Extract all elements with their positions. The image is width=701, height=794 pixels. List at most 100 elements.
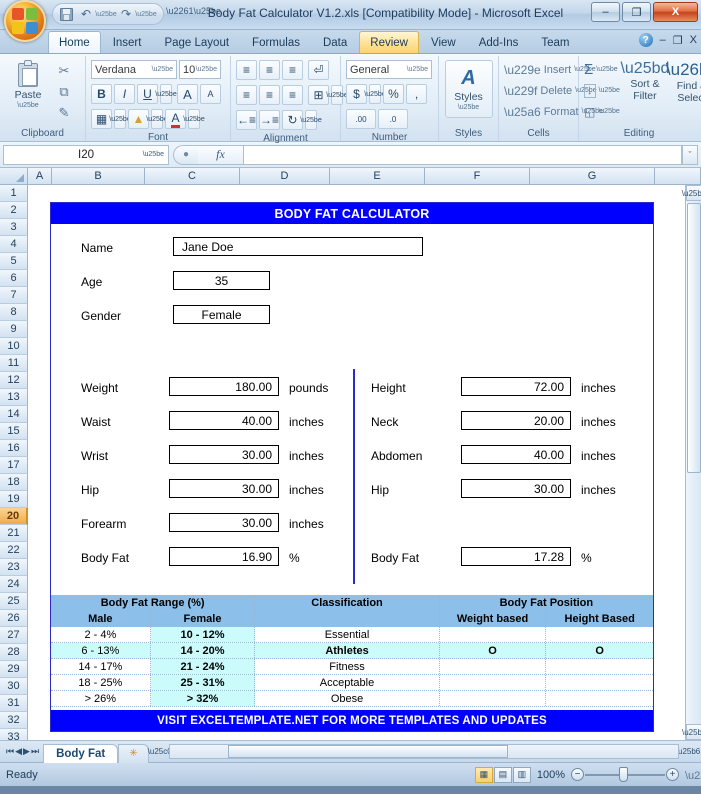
height-input[interactable]: 72.00 (461, 377, 571, 396)
abdomen-input[interactable]: 40.00 (461, 445, 571, 464)
tab-page-layout[interactable]: Page Layout (153, 31, 240, 53)
row-header-28[interactable]: 28 (0, 644, 28, 661)
tab-add-ins[interactable]: Add-Ins (468, 31, 530, 53)
row-header-19[interactable]: 19 (0, 491, 28, 508)
increase-decimal-button[interactable]: .00 (346, 109, 376, 129)
last-sheet-button[interactable]: ⏭ (31, 746, 39, 757)
doc-close-button[interactable]: X (690, 34, 697, 46)
next-sheet-button[interactable]: ▶ (23, 746, 30, 757)
row-header-5[interactable]: 5 (0, 253, 28, 270)
fill-button[interactable]: ↓\u25be (584, 81, 620, 100)
gender-input[interactable]: Female (173, 305, 270, 324)
font-name-combo[interactable]: Verdana \u25be (91, 60, 177, 79)
borders-dropdown-icon[interactable]: \u25be (114, 109, 126, 129)
autosum-button[interactable]: Σ\u25be (584, 60, 620, 79)
hscroll-left-button[interactable]: \u25c0 (153, 744, 167, 759)
row-header-27[interactable]: 27 (0, 627, 28, 644)
row-header-24[interactable]: 24 (0, 576, 28, 593)
prev-sheet-button[interactable]: ◀ (15, 746, 22, 757)
font-color-dropdown-icon[interactable]: \u25be (188, 109, 200, 129)
row-header-7[interactable]: 7 (0, 287, 28, 304)
row-header-11[interactable]: 11 (0, 355, 28, 372)
help-icon[interactable]: ? (639, 33, 653, 47)
align-left-button[interactable]: ≡ (236, 85, 257, 105)
name-box[interactable]: I20 \u25be (3, 145, 169, 165)
row-header-8[interactable]: 8 (0, 304, 28, 321)
sort-filter-button[interactable]: \u25bd Sort & Filter (624, 60, 666, 102)
row-header-14[interactable]: 14 (0, 406, 28, 423)
tab-team[interactable]: Team (530, 31, 580, 53)
row-header-17[interactable]: 17 (0, 457, 28, 474)
weight-input[interactable]: 180.00 (169, 377, 279, 396)
row-header-13[interactable]: 13 (0, 389, 28, 406)
formula-input[interactable] (244, 145, 682, 165)
clear-button[interactable]: ◱\u25be (584, 102, 620, 121)
copy-button[interactable]: ⧉ (54, 83, 74, 101)
close-button[interactable]: X (653, 2, 698, 22)
row-header-2[interactable]: 2 (0, 202, 28, 219)
percent-format-button[interactable]: % (383, 84, 404, 104)
number-format-combo[interactable]: General \u25be (346, 60, 432, 79)
first-sheet-button[interactable]: ⏮ (6, 746, 14, 757)
horizontal-scrollbar[interactable]: \u25c0 \u25b6 (153, 744, 695, 759)
column-header-d[interactable]: D (240, 168, 330, 185)
row-header-21[interactable]: 21 (0, 525, 28, 542)
styles-dropdown-icon[interactable]: \u25be (458, 104, 479, 111)
office-button[interactable] (4, 0, 46, 42)
resize-grip-icon[interactable]: \u22f0 (685, 770, 695, 780)
align-top-button[interactable]: ≡ (236, 60, 257, 80)
row-header-26[interactable]: 26 (0, 610, 28, 627)
decrease-indent-button[interactable]: ←≡ (236, 110, 257, 130)
column-header-f[interactable]: F (425, 168, 530, 185)
paste-button[interactable]: Paste \u25be (5, 60, 51, 109)
tab-review[interactable]: Review (359, 31, 419, 53)
row-header-33[interactable]: 33 (0, 729, 28, 740)
row-header-20[interactable]: 20 (0, 508, 28, 525)
scroll-down-button[interactable]: \u25bc (686, 724, 701, 740)
forearm-input[interactable]: 30.00 (169, 513, 279, 532)
name-input[interactable]: Jane Doe (173, 237, 423, 256)
comma-format-button[interactable]: , (406, 84, 427, 104)
row-header-15[interactable]: 15 (0, 423, 28, 440)
scroll-up-button[interactable]: \u25b2 (686, 185, 701, 201)
bold-button[interactable]: B (91, 84, 112, 104)
zoom-level[interactable]: 100% (537, 769, 565, 781)
column-header-e[interactable]: E (330, 168, 425, 185)
row-header-23[interactable]: 23 (0, 559, 28, 576)
column-header-a[interactable]: A (28, 168, 52, 185)
row-header-12[interactable]: 12 (0, 372, 28, 389)
row-header-3[interactable]: 3 (0, 219, 28, 236)
row-header-22[interactable]: 22 (0, 542, 28, 559)
vertical-scrollbar[interactable]: \u25b2 \u25bc (685, 185, 701, 740)
align-bottom-button[interactable]: ≡ (282, 60, 303, 80)
tab-view[interactable]: View (420, 31, 467, 53)
neck-input[interactable]: 20.00 (461, 411, 571, 430)
row-header-6[interactable]: 6 (0, 270, 28, 287)
column-header-g[interactable]: G (530, 168, 655, 185)
insert-worksheet-button[interactable]: ✳ (118, 744, 148, 763)
italic-button[interactable]: I (114, 84, 135, 104)
fill-color-dropdown-icon[interactable]: \u25be (151, 109, 163, 129)
minimize-button[interactable]: – (591, 2, 620, 22)
column-header-c[interactable]: C (145, 168, 240, 185)
chevron-down-icon[interactable]: \u25be (143, 151, 164, 158)
expand-formula-bar-button[interactable]: ˇ (682, 145, 698, 165)
waist-input[interactable]: 40.00 (169, 411, 279, 430)
orientation-dropdown-icon[interactable]: \u25be (305, 110, 317, 130)
zoom-slider[interactable]: − + (571, 767, 679, 783)
tab-home[interactable]: Home (48, 31, 101, 53)
row-header-31[interactable]: 31 (0, 695, 28, 712)
tab-formulas[interactable]: Formulas (241, 31, 311, 53)
zoom-slider-thumb[interactable] (619, 767, 628, 782)
page-layout-view-button[interactable]: ▤ (494, 767, 512, 783)
row-header-25[interactable]: 25 (0, 593, 28, 610)
row-header-16[interactable]: 16 (0, 440, 28, 457)
doc-minimize-button[interactable]: – (660, 34, 666, 46)
row-header-30[interactable]: 30 (0, 678, 28, 695)
underline-dropdown-icon[interactable]: \u25be (160, 84, 172, 104)
wrist-input[interactable]: 30.00 (169, 445, 279, 464)
select-all-button[interactable] (0, 168, 28, 185)
sheet-tab-body-fat[interactable]: Body Fat (43, 744, 118, 763)
font-size-combo[interactable]: 10 \u25be (179, 60, 221, 79)
row-header-9[interactable]: 9 (0, 321, 28, 338)
